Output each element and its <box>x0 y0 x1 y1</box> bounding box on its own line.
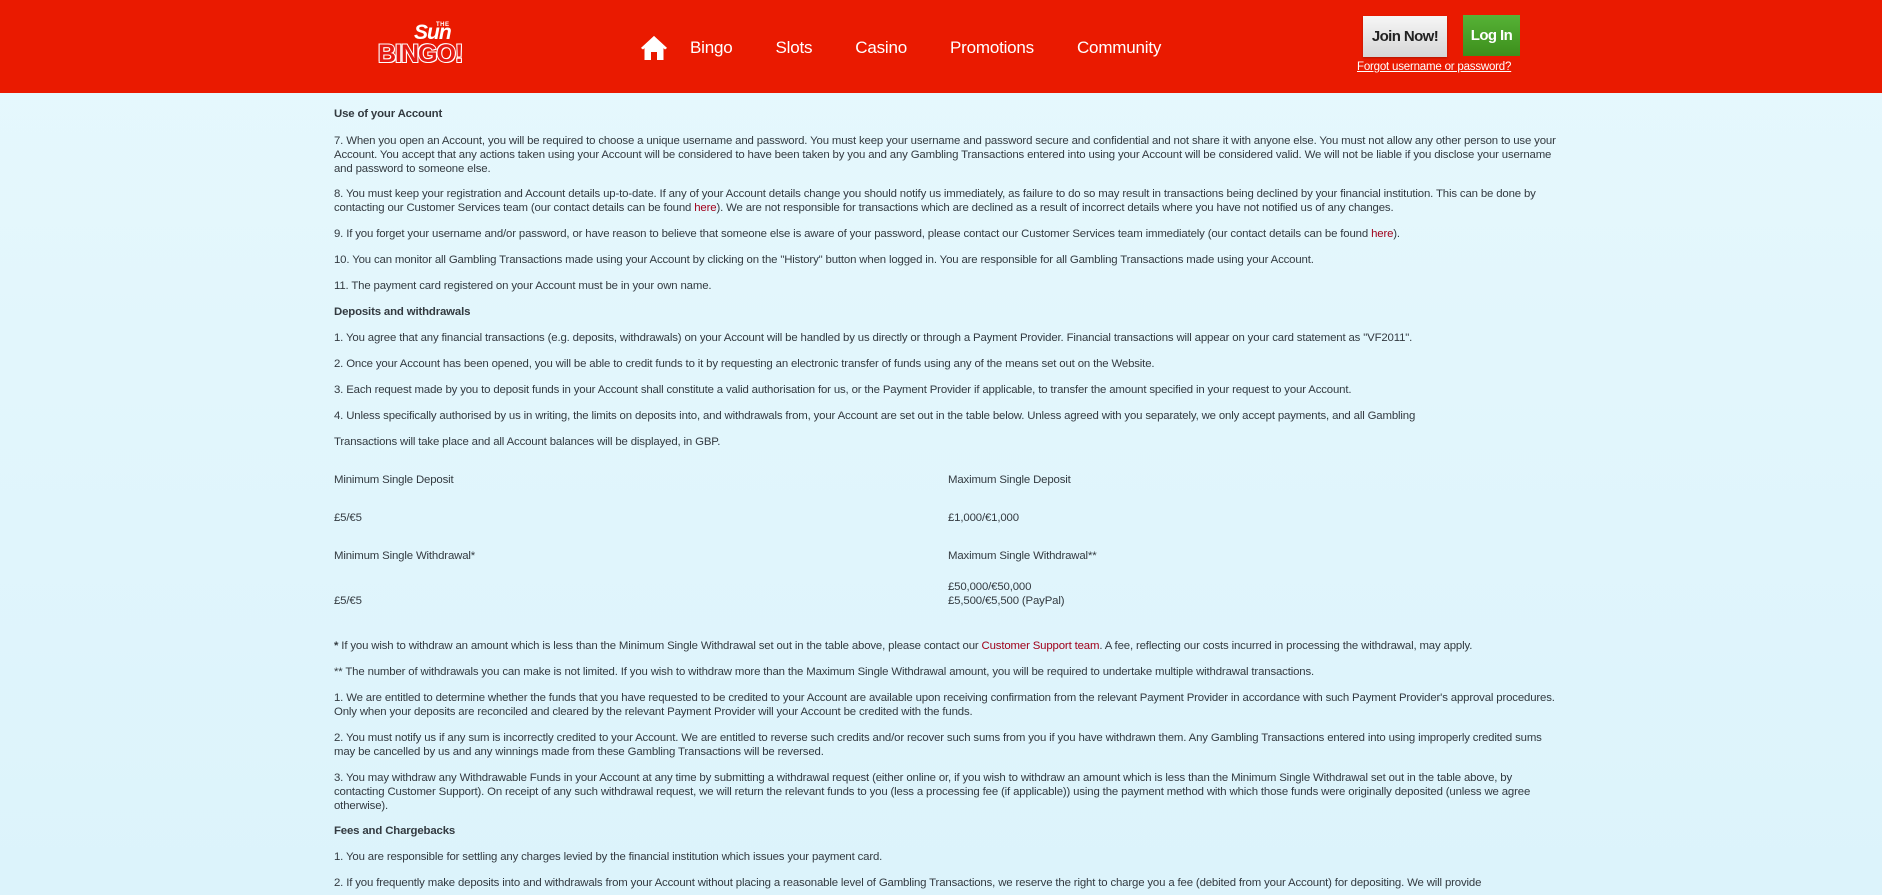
min-deposit-label: Minimum Single Deposit <box>334 474 454 486</box>
footnote-single-star: * If you wish to withdraw an amount whic… <box>334 639 1560 653</box>
fees-clause-2: 2. If you frequently make deposits into … <box>334 877 1482 889</box>
clause-8-text-end: ). We are not responsible for transactio… <box>716 202 1394 214</box>
footnote-1-text-end: . A fee, reflecting our costs incurred i… <box>1099 640 1473 652</box>
max-withdrawal-value: £50,000/€50,000 <box>948 581 1032 593</box>
nav-casino[interactable]: Casino <box>855 38 907 58</box>
login-button[interactable]: Log In <box>1463 15 1520 56</box>
deposit-clause-1: 1. You agree that any financial transact… <box>334 332 1413 344</box>
max-deposit-value: £1,000/€1,000 <box>948 512 1019 524</box>
section-heading-use-of-account: Use of your Account <box>334 108 443 120</box>
min-deposit-value: £5/€5 <box>334 512 362 524</box>
clause-10: 10. You can monitor all Gambling Transac… <box>334 254 1314 266</box>
section-heading-deposits: Deposits and withdrawals <box>334 306 471 318</box>
contact-here-link[interactable]: here <box>1371 228 1393 240</box>
clause-8: 8. You must keep your registration and A… <box>334 187 1560 215</box>
fees-clause-1: 1. You are responsible for settling any … <box>334 851 883 863</box>
max-deposit-label: Maximum Single Deposit <box>948 474 1071 486</box>
max-withdrawal-label: Maximum Single Withdrawal** <box>948 550 1097 562</box>
deposit-clause-4: 4. Unless specifically authorised by us … <box>334 410 1416 422</box>
clause-9-text: 9. If you forget your username and/or pa… <box>334 228 1372 240</box>
deposit-clause-3: 3. Each request made by you to deposit f… <box>334 384 1352 396</box>
home-icon[interactable] <box>640 35 668 61</box>
customer-support-link[interactable]: Customer Support team <box>982 640 1100 652</box>
footnote-double-star: ** The number of withdrawals you can mak… <box>334 666 1315 678</box>
withdrawal-clause-3: 3. You may withdraw any Withdrawable Fun… <box>334 772 1531 812</box>
clause-9: 9. If you forget your username and/or pa… <box>334 227 1560 241</box>
withdrawal-clause-2: 2. You must notify us if any sum is inco… <box>334 732 1542 758</box>
deposit-clause-2: 2. Once your Account has been opened, yo… <box>334 358 1155 370</box>
logo-bingo: BINGO! <box>377 40 464 68</box>
min-withdrawal-label: Minimum Single Withdrawal* <box>334 550 476 562</box>
nav-promotions[interactable]: Promotions <box>950 38 1034 58</box>
deposit-clause-4-cont: Transactions will take place and all Acc… <box>334 436 721 448</box>
nav-community[interactable]: Community <box>1077 38 1161 58</box>
site-header: THE Sun BINGO! Bingo Slots Casino Promot… <box>0 0 1882 93</box>
nav-bingo[interactable]: Bingo <box>690 38 733 58</box>
contact-here-link[interactable]: here <box>694 202 716 214</box>
join-now-button[interactable]: Join Now! <box>1363 16 1447 57</box>
footnote-1-text: If you wish to withdraw an amount which … <box>338 640 982 652</box>
forgot-credentials-link[interactable]: Forgot username or password? <box>1357 61 1511 73</box>
main-nav: Bingo Slots Casino Promotions Community <box>640 30 1204 66</box>
clause-7: 7. When you open an Account, you will be… <box>334 135 1556 175</box>
nav-slots[interactable]: Slots <box>775 38 812 58</box>
withdrawal-clause-1: 1. We are entitled to determine whether … <box>334 692 1555 718</box>
min-withdrawal-value: £5/€5 <box>334 595 362 607</box>
limits-table: Minimum Single Deposit Maximum Single De… <box>334 473 1560 613</box>
max-withdrawal-paypal-value: £5,500/€5,500 (PayPal) <box>948 595 1065 607</box>
section-heading-fees: Fees and Chargebacks <box>334 825 456 837</box>
clause-9-text-end: ). <box>1393 228 1400 240</box>
clause-11: 11. The payment card registered on your … <box>334 280 712 292</box>
sun-bingo-logo[interactable]: THE Sun BINGO! <box>377 20 484 70</box>
